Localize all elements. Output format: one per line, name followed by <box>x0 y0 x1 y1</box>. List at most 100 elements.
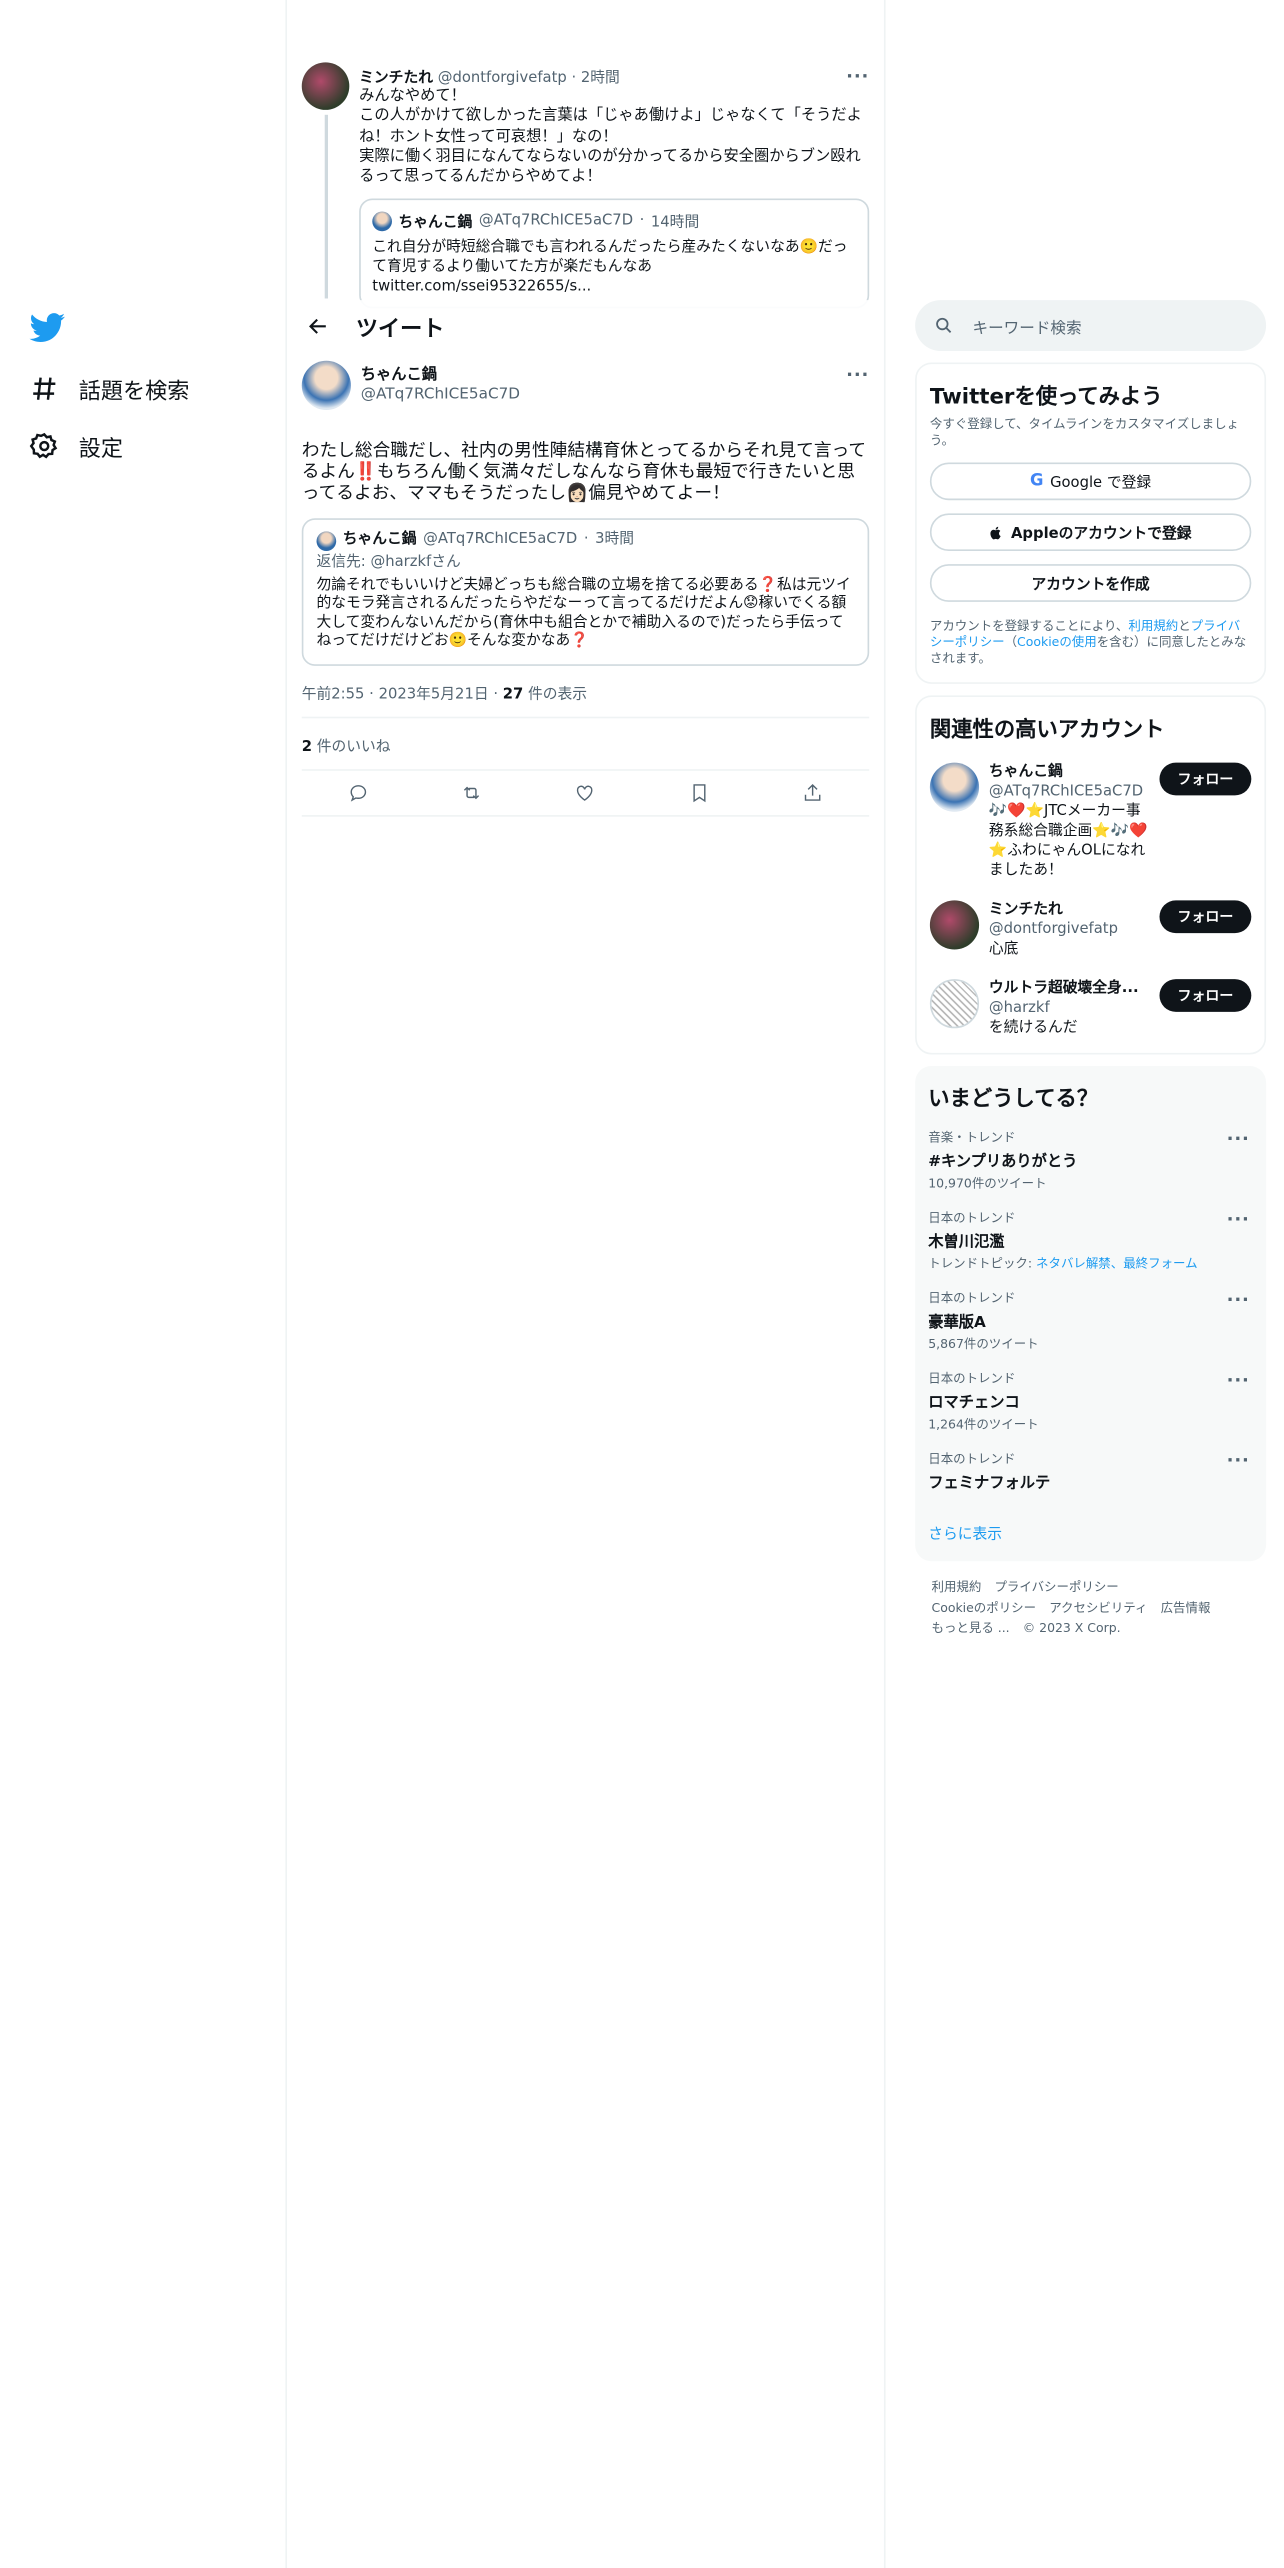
author-handle[interactable]: @dontforgivefatp <box>438 71 567 87</box>
footer-cookie-link[interactable]: Cookieのポリシー <box>932 1600 1037 1615</box>
cookie-link[interactable]: Cookieの使用 <box>1017 635 1097 650</box>
reply-to: 返信先: @harzkfさん <box>316 554 461 571</box>
trend-item[interactable]: 日本のトレンド 豪華版A 5,867件のツイート ··· <box>928 1289 1253 1353</box>
previous-tweet[interactable]: ミンチたれ @dontforgivefatp · 2時間 ··· みんなやめて！… <box>301 62 870 310</box>
account-item[interactable]: ミンチたれ @dontforgivefatp 心底 フォロー <box>929 900 1252 959</box>
account-bio: を続けるんだ <box>988 1020 1078 1037</box>
terms-link[interactable]: 利用規約 <box>1128 618 1178 633</box>
search-input[interactable]: キーワード検索 <box>915 300 1267 351</box>
trend-context: 音楽・トレンド <box>928 1129 1016 1145</box>
avatar <box>372 211 392 232</box>
account-item[interactable]: ちゃんこ鍋 @ATq7RChICE5aC7D 🎶❤️⭐JTCメーカー事務系総合職… <box>929 762 1252 881</box>
likes-row[interactable]: 2 件のいいね <box>301 718 870 770</box>
account-name: ミンチたれ <box>988 902 1063 919</box>
views-label: 件の表示 <box>523 686 588 703</box>
trend-item[interactable]: 音楽・トレンド #キンプリありがとう 10,970件のツイート ··· <box>928 1128 1253 1192</box>
more-options-icon[interactable]: ··· <box>846 66 869 87</box>
trend-count: 10,970件のツイート <box>928 1175 1047 1191</box>
footer-ads-link[interactable]: 広告情報 <box>1161 1600 1211 1615</box>
quote-author-handle: @ATq7RChICE5aC7D <box>478 213 634 230</box>
hashtag-icon <box>33 377 56 400</box>
account-handle: @harzkf <box>988 1000 1050 1017</box>
nav-item-explore[interactable]: 話題を検索 <box>30 372 190 406</box>
nav-item-label: 話題を検索 <box>78 378 190 406</box>
create-account-button[interactable]: アカウントを作成 <box>929 564 1252 602</box>
more-options-icon[interactable]: ··· <box>1227 1128 1250 1149</box>
quote-link[interactable]: twitter.com/ssei95322655/s... <box>372 278 856 298</box>
quoted-tweet[interactable]: ちゃんこ鍋 @ATq7RChICE5aC7D · 3時間 返信先: @harzk… <box>301 518 870 666</box>
twitter-logo-icon[interactable] <box>29 312 66 345</box>
trend-item[interactable]: 日本のトレンド ロマチェンコ 1,264件のツイート ··· <box>928 1369 1253 1433</box>
account-bio: 🎶❤️⭐JTCメーカー事務系総合職企画⭐🎶❤️⭐ふわにゃんOLになれましたあ！ <box>988 803 1148 880</box>
google-icon: G <box>1030 472 1044 491</box>
back-arrow-icon[interactable] <box>307 315 330 338</box>
bookmark-icon[interactable] <box>688 781 709 802</box>
related-accounts-card: 関連性の高いアカウント ちゃんこ鍋 @ATq7RChICE5aC7D 🎶❤️⭐J… <box>915 695 1267 1055</box>
account-bio: 心底 <box>988 941 1019 958</box>
apple-signup-button[interactable]: Appleのアカウントで登録 <box>929 513 1252 552</box>
footer-terms-link[interactable]: 利用規約 <box>932 1579 982 1594</box>
avatar <box>929 900 980 950</box>
trend-count: 1,264件のツイート <box>928 1416 1039 1432</box>
related-title: 関連性の高いアカウント <box>929 718 1165 743</box>
avatar <box>316 531 337 552</box>
more-options-icon[interactable]: ··· <box>1227 1450 1250 1471</box>
trend-name: ロマチェンコ <box>928 1394 1020 1413</box>
trend-name: #キンプリありがとう <box>928 1152 1078 1171</box>
trend-name: フェミナフォルテ <box>928 1474 1051 1493</box>
signup-card: Twitterを使ってみよう 今すぐ登録して、タイムラインをカスタマイズしましょ… <box>915 362 1267 684</box>
quote-text: 勿論それでもいいけど夫婦どっちも総合職の立場を捨てる必要ある❓私は元ツイ的なモラ… <box>316 576 851 650</box>
follow-button[interactable]: フォロー <box>1159 979 1252 1012</box>
tweet-time[interactable]: 2時間 <box>581 71 620 87</box>
google-signup-button[interactable]: G Google で登録 <box>929 462 1252 501</box>
author-name[interactable]: ミンチたれ <box>359 71 433 87</box>
views-count: 27 <box>502 686 524 703</box>
tweet-meta: 午前2:55 · 2023年5月21日 · 27 件の表示 <box>301 681 870 718</box>
follow-button[interactable]: フォロー <box>1159 762 1252 796</box>
trend-item[interactable]: 日本のトレンド 木曽川氾濫 トレンドトピック: ネタバレ解禁、最終フォーム ··… <box>928 1209 1253 1273</box>
account-item[interactable]: ウルトラ超破壊全身... @harzkf を続けるんだ フォロー <box>929 979 1252 1038</box>
reply-icon[interactable] <box>348 781 369 802</box>
quote-time: 3時間 <box>595 531 635 549</box>
trend-name: 木曽川氾濫 <box>928 1233 1005 1252</box>
more-options-icon[interactable]: ··· <box>846 365 869 386</box>
avatar <box>929 979 980 1029</box>
main-tweet: ちゃんこ鍋 ··· @ATq7RChICE5aC7D わたし総合職だし、社内の男… <box>301 360 870 816</box>
tweet-time[interactable]: 午前2:55 <box>302 686 365 702</box>
tweet-text: わたし総合職だし、社内の男性陣結構育休とってるからそれ見て言ってるよん‼️もちろ… <box>301 439 867 504</box>
search-icon <box>936 317 952 333</box>
trends-title: いまどうしてる？ <box>928 1087 1099 1112</box>
trends-card: いまどうしてる？ 音楽・トレンド #キンプリありがとう 10,970件のツイート… <box>915 1066 1267 1562</box>
trend-count: トレンドトピック: ネタバレ解禁、最終フォーム <box>928 1256 1198 1271</box>
apple-icon <box>991 525 1002 539</box>
retweet-icon[interactable] <box>461 781 482 802</box>
quote-text: これ自分が時短総合職でも言われるんだったら産みたくないなあ🙂だって育児するより働… <box>372 240 848 277</box>
quote-time: 14時間 <box>650 215 700 233</box>
footer-accessibility-link[interactable]: アクセシビリティ <box>1049 1600 1147 1615</box>
footer-more-link[interactable]: もっと見る ... <box>932 1620 1010 1635</box>
main-column: ミンチたれ @dontforgivefatp · 2時間 ··· みんなやめて！… <box>287 0 884 2568</box>
more-options-icon[interactable]: ··· <box>1227 1289 1250 1310</box>
avatar <box>929 762 980 812</box>
trend-item[interactable]: 日本のトレンド フェミナフォルテ ··· <box>928 1450 1253 1493</box>
author-name[interactable]: ちゃんこ鍋 <box>361 366 437 386</box>
more-options-icon[interactable]: ··· <box>1227 1209 1250 1230</box>
nav-item-settings[interactable]: 設定 <box>29 430 123 462</box>
tweet-date[interactable]: 2023年5月21日 <box>379 686 489 702</box>
likes-count: 2 <box>301 738 313 756</box>
avatar[interactable] <box>301 360 351 410</box>
author-handle[interactable]: @ATq7RChICE5aC7D <box>361 385 869 405</box>
share-icon[interactable] <box>802 781 823 802</box>
more-options-icon[interactable]: ··· <box>1227 1369 1250 1390</box>
trend-context: 日本のトレンド <box>928 1451 1016 1467</box>
page-header: ツイート <box>287 300 884 353</box>
gear-icon <box>29 432 58 459</box>
quote-author-name: ちゃんこ鍋 <box>398 215 473 233</box>
show-more-link[interactable]: さらに表示 <box>928 1522 1253 1543</box>
like-icon[interactable] <box>575 781 596 802</box>
avatar[interactable] <box>301 62 350 110</box>
page: 話題を検索 設定 ミンチたれ @dontforgivefatp · 2時間 ··… <box>0 0 1284 2568</box>
follow-button[interactable]: フォロー <box>1159 900 1252 934</box>
footer-privacy-link[interactable]: プライバシーポリシー <box>994 1579 1118 1594</box>
quoted-tweet[interactable]: ちゃんこ鍋 @ATq7RChICE5aC7D · 14時間 これ自分が時短総合職… <box>359 199 870 310</box>
